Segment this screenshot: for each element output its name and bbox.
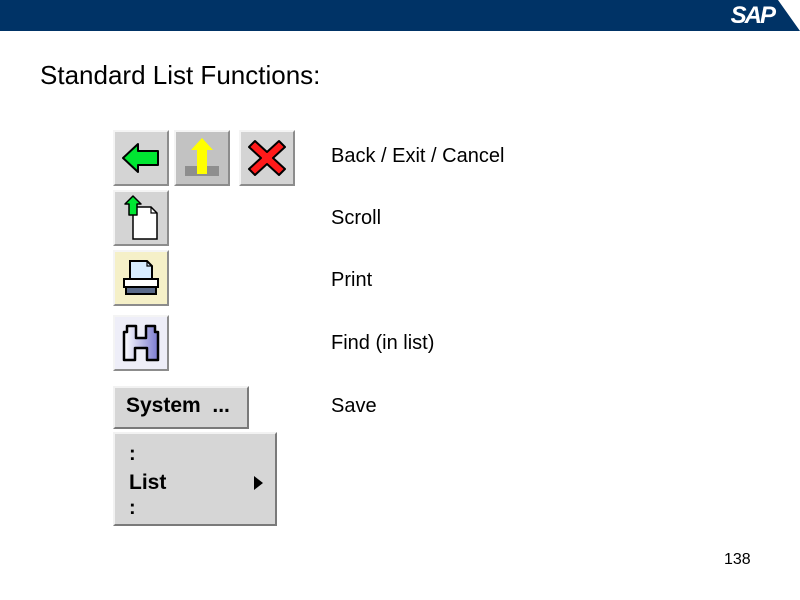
label-find: Find (in list) [331,332,435,354]
find-button[interactable] [113,315,169,371]
header-diagonal-cut [778,0,800,31]
scroll-button[interactable] [113,190,169,246]
label-scroll: Scroll [331,207,382,229]
binoculars-icon [122,324,160,362]
menu-item-list[interactable]: List [117,470,273,496]
system-menu-button[interactable]: System ... [113,386,249,429]
red-x-icon [248,140,286,176]
label-print: Print [331,269,373,291]
green-left-arrow-icon [122,143,159,173]
label-back-exit-cancel: Back / Exit / Cancel [331,145,505,167]
print-button[interactable] [113,250,169,306]
page-number: 138 [724,551,751,568]
menu-item-list-label: List [129,471,167,494]
exit-button[interactable] [174,130,230,186]
page-up-icon [124,195,158,240]
page-title: Standard List Functions: [40,60,321,90]
system-menu-dropdown: : List : [113,432,277,526]
sap-logo: SAP [730,2,776,29]
submenu-arrow-icon [254,476,263,490]
yellow-up-arrow-icon [185,138,219,176]
menu-separator-bottom: : [129,497,136,519]
cancel-button[interactable] [239,130,295,186]
back-button[interactable] [113,130,169,186]
header-bar: SAP [0,0,800,31]
printer-icon [123,260,159,295]
menu-separator-top: : [129,443,136,465]
label-save: Save [331,395,377,417]
